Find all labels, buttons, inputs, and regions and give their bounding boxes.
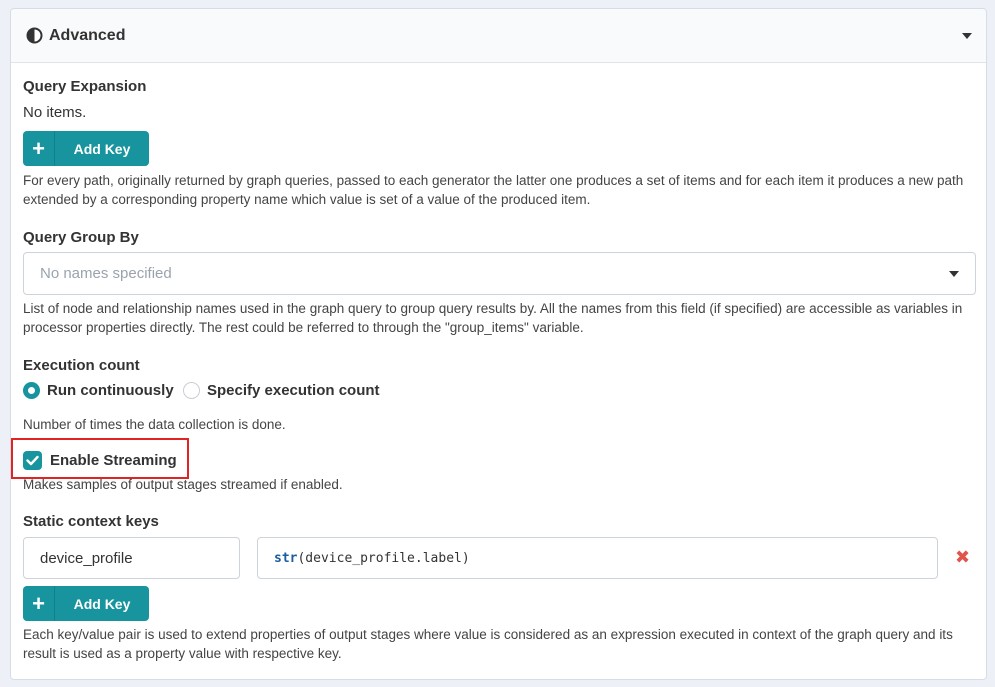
query-expansion-empty-text: No items. — [23, 104, 87, 121]
radio-selected-icon — [23, 382, 40, 399]
query-expansion-help: For every path, originally returned by g… — [23, 173, 964, 207]
static-context-value-editor[interactable]: str(device_profile.label) — [257, 537, 938, 579]
radio-specify-execution-count-label: Specify execution count — [207, 382, 380, 399]
plus-icon: + — [23, 586, 55, 621]
add-key-label: Add Key — [73, 595, 131, 612]
static-context-keys-help: Each key/value pair is used to extend pr… — [23, 627, 953, 661]
collapse-caret-icon[interactable] — [962, 32, 972, 39]
panel-title: Advanced — [49, 26, 126, 44]
chevron-down-icon[interactable] — [949, 270, 959, 277]
execution-count-label: Execution count — [23, 357, 140, 374]
static-context-key-value: device_profile — [40, 549, 133, 567]
advanced-panel-header[interactable]: Advanced — [11, 9, 986, 63]
query-group-by-help: List of node and relationship names used… — [23, 301, 963, 335]
radio-unselected-icon — [183, 382, 200, 399]
query-group-by-placeholder: No names specified — [40, 265, 172, 282]
code-function-token: str — [274, 550, 298, 566]
checkmark-icon — [23, 451, 42, 470]
half-circle-icon — [26, 27, 43, 44]
static-context-value-code: str(device_profile.label) — [274, 551, 470, 566]
streaming-help: Makes samples of output stages streamed … — [23, 477, 343, 492]
query-expansion-label: Query Expansion — [23, 78, 147, 95]
static-context-keys-label: Static context keys — [23, 513, 159, 530]
static-context-add-key-button[interactable]: + Add Key — [23, 586, 149, 621]
radio-specify-execution-count[interactable]: Specify execution count — [183, 382, 380, 399]
enable-streaming-checkbox[interactable]: Enable Streaming — [23, 451, 177, 470]
execution-count-help: Number of times the data collection is d… — [23, 417, 286, 432]
remove-row-icon[interactable]: ✖ — [955, 547, 970, 568]
enable-streaming-label: Enable Streaming — [50, 452, 177, 469]
plus-icon: + — [23, 131, 55, 166]
query-group-by-label: Query Group By — [23, 229, 139, 246]
radio-run-continuously-label: Run continuously — [47, 382, 174, 399]
advanced-panel: Advanced Query Expansion No items. + Add… — [10, 8, 987, 680]
radio-run-continuously[interactable]: Run continuously — [23, 382, 174, 399]
query-expansion-add-key-button[interactable]: + Add Key — [23, 131, 149, 166]
add-key-label: Add Key — [73, 140, 131, 157]
code-args-token: (device_profile.label) — [297, 550, 470, 566]
static-context-key-input[interactable]: device_profile — [23, 537, 240, 579]
query-group-by-select[interactable]: No names specified — [23, 252, 976, 295]
